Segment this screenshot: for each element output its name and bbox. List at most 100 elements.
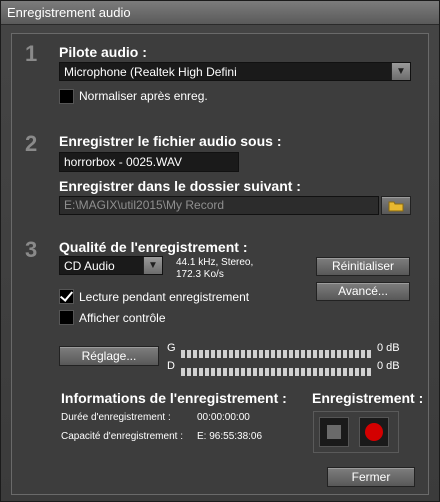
right-channel-label: D — [167, 360, 175, 372]
meter-segment — [271, 368, 275, 376]
meter-segment — [331, 368, 335, 376]
record-button[interactable] — [359, 417, 389, 447]
meter-segment — [355, 368, 359, 376]
meter-segment — [313, 350, 317, 358]
browse-folder-button[interactable] — [381, 196, 411, 215]
meter-segment — [277, 350, 281, 358]
step-number-1: 1 — [25, 41, 38, 66]
reset-button[interactable]: Réinitialiser — [316, 257, 410, 276]
meter-segment — [361, 368, 365, 376]
meter-segment — [229, 368, 233, 376]
normalize-checkbox[interactable] — [59, 89, 74, 104]
chevron-down-icon[interactable]: ▼ — [143, 257, 162, 274]
meter-segment — [211, 350, 215, 358]
meter-segment — [325, 350, 329, 358]
meter-segment — [355, 350, 359, 358]
close-button[interactable]: Fermer — [327, 467, 415, 487]
meter-segment — [217, 368, 221, 376]
meter-segment — [241, 368, 245, 376]
meter-segment — [259, 350, 263, 358]
left-level-meter — [181, 345, 377, 358]
meter-segment — [361, 350, 365, 358]
save-folder-heading: Enregistrer dans le dossier suivant : — [59, 178, 301, 194]
audio-driver-value: Microphone (Realtek High Defini — [64, 65, 237, 79]
filename-input[interactable]: horrorbox - 0025.WAV — [59, 152, 239, 172]
format-line-2: 172.3 Ko/s — [176, 269, 224, 280]
meter-segment — [223, 350, 227, 358]
left-db-value: 0 dB — [377, 342, 400, 354]
meter-segment — [253, 368, 257, 376]
meter-segment — [337, 350, 341, 358]
capacity-label: Capacité d'enregistrement : — [61, 431, 183, 442]
meter-segment — [181, 350, 185, 358]
monitor-checkbox[interactable] — [59, 289, 74, 304]
show-control-checkbox[interactable] — [59, 310, 74, 325]
format-line-1: 44.1 kHz, Stereo, — [176, 257, 254, 268]
meter-segment — [199, 368, 203, 376]
meter-segment — [367, 368, 371, 376]
quality-select[interactable]: CD Audio ▼ — [59, 256, 163, 275]
folder-path-input: E:\MAGIX\util2015\My Record — [59, 196, 379, 215]
meter-segment — [235, 350, 239, 358]
meter-segment — [343, 368, 347, 376]
meter-segment — [289, 368, 293, 376]
meter-segment — [319, 368, 323, 376]
show-control-label: Afficher contrôle — [79, 311, 166, 325]
advanced-button[interactable]: Avancé... — [316, 282, 410, 301]
meter-segment — [265, 368, 269, 376]
meter-segment — [229, 350, 233, 358]
meter-segment — [343, 350, 347, 358]
record-icon — [365, 423, 383, 441]
meter-segment — [199, 350, 203, 358]
stop-button[interactable] — [319, 417, 349, 447]
folder-icon — [388, 201, 404, 212]
quality-heading: Qualité de l'enregistrement : — [59, 239, 248, 255]
meter-segment — [307, 368, 311, 376]
meter-segment — [307, 350, 311, 358]
meter-segment — [223, 368, 227, 376]
audio-driver-heading: Pilote audio : — [59, 44, 147, 60]
duration-label: Durée d'enregistrement : — [61, 412, 171, 423]
meter-segment — [205, 350, 209, 358]
meter-segment — [277, 368, 281, 376]
meter-segment — [217, 350, 221, 358]
meter-segment — [247, 350, 251, 358]
meter-segment — [337, 368, 341, 376]
meter-segment — [193, 368, 197, 376]
chevron-down-icon[interactable]: ▼ — [391, 63, 410, 80]
meter-segment — [271, 350, 275, 358]
meter-segment — [331, 350, 335, 358]
meter-segment — [205, 368, 209, 376]
right-db-value: 0 dB — [377, 360, 400, 372]
meter-segment — [253, 350, 257, 358]
meter-segment — [211, 368, 215, 376]
meter-segment — [367, 350, 371, 358]
meter-segment — [289, 350, 293, 358]
meter-segment — [301, 350, 305, 358]
meter-segment — [187, 350, 191, 358]
meter-segment — [283, 350, 287, 358]
info-heading: Informations de l'enregistrement : — [61, 390, 287, 406]
meter-segment — [193, 350, 197, 358]
step-number-3: 3 — [25, 237, 38, 262]
meter-segment — [349, 350, 353, 358]
meter-segment — [295, 368, 299, 376]
quality-value: CD Audio — [64, 259, 115, 273]
meter-segment — [187, 368, 191, 376]
meter-segment — [265, 350, 269, 358]
monitor-label: Lecture pendant enregistrement — [79, 290, 250, 304]
meter-segment — [301, 368, 305, 376]
right-level-meter — [181, 363, 377, 376]
audio-driver-select[interactable]: Microphone (Realtek High Defini ▼ — [59, 62, 411, 81]
recording-heading: Enregistrement : — [312, 390, 424, 406]
meter-segment — [349, 368, 353, 376]
meter-segment — [241, 350, 245, 358]
settings-button[interactable]: Réglage... — [59, 346, 159, 366]
step-number-2: 2 — [25, 131, 38, 156]
meter-segment — [235, 368, 239, 376]
window-title: Enregistrement audio — [1, 1, 439, 25]
meter-segment — [325, 368, 329, 376]
duration-value: 00:00:00:00 — [197, 412, 250, 423]
meter-segment — [247, 368, 251, 376]
recording-dialog: Enregistrement audio 1 Pilote audio : Mi… — [0, 0, 440, 502]
